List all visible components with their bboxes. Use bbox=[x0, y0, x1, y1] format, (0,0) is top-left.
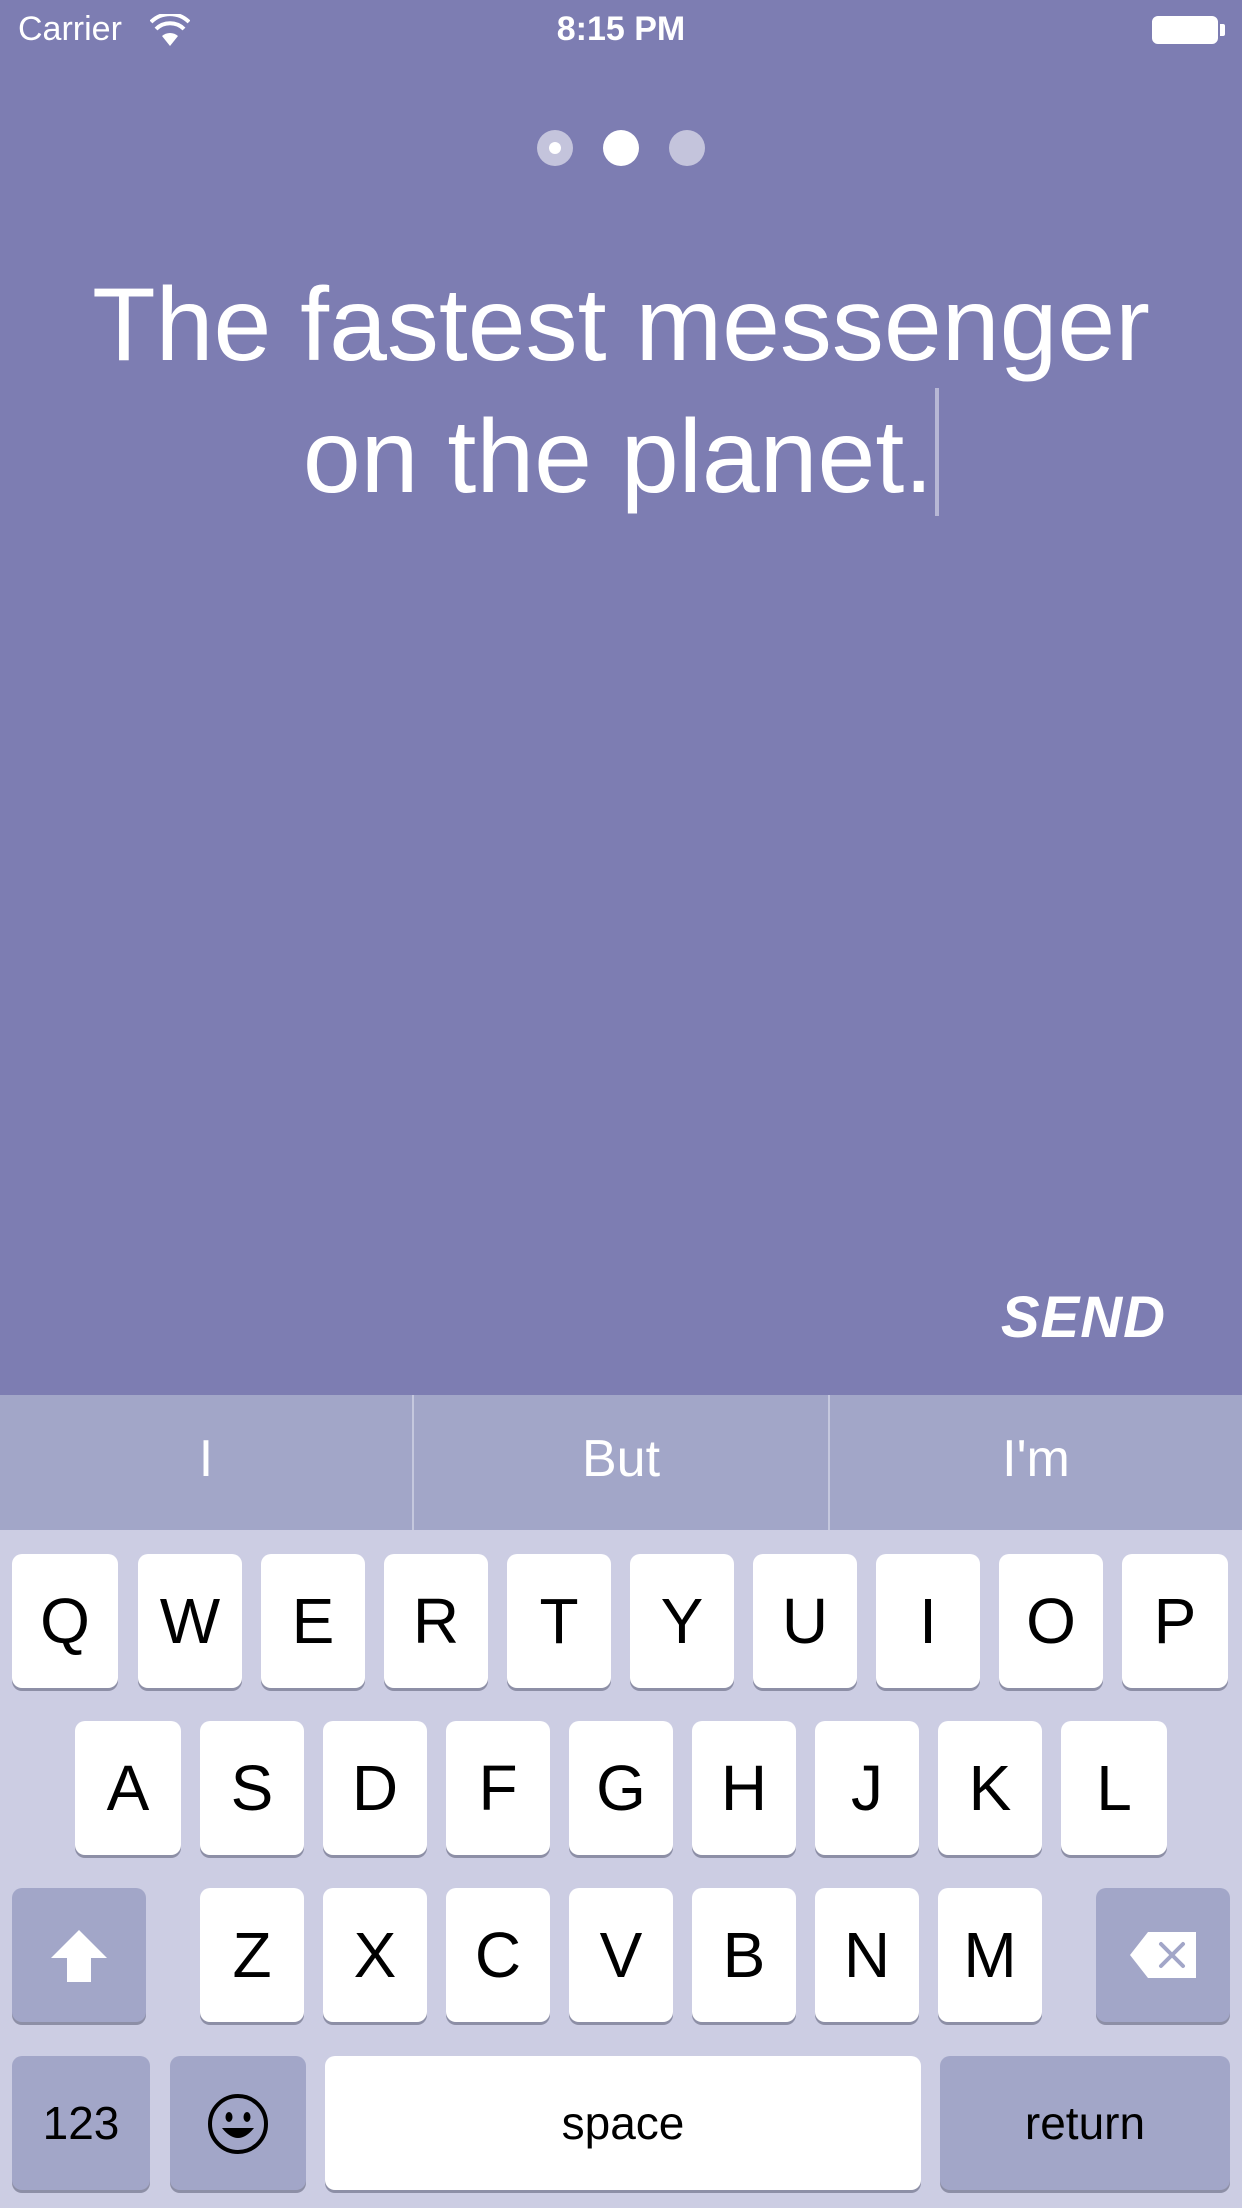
shift-key[interactable] bbox=[12, 1888, 146, 2022]
key-c[interactable]: C bbox=[446, 1888, 550, 2022]
battery-icon bbox=[1152, 16, 1218, 44]
headline-line-2-text: on the planet. bbox=[302, 399, 934, 515]
delete-key[interactable] bbox=[1096, 1888, 1230, 2022]
headline-line-2: on the planet. bbox=[40, 388, 1202, 520]
key-w[interactable]: W bbox=[138, 1554, 242, 1688]
key-n[interactable]: N bbox=[815, 1888, 919, 2022]
send-button[interactable]: SEND bbox=[1001, 1284, 1166, 1351]
key-s[interactable]: S bbox=[200, 1721, 304, 1855]
emoji-key[interactable] bbox=[170, 2056, 306, 2190]
space-key[interactable]: space bbox=[325, 2056, 921, 2190]
predictive-suggestion-bar: I But I'm bbox=[0, 1395, 1242, 1530]
key-p[interactable]: P bbox=[1122, 1554, 1228, 1688]
key-r[interactable]: R bbox=[384, 1554, 488, 1688]
key-h[interactable]: H bbox=[692, 1721, 796, 1855]
key-f[interactable]: F bbox=[446, 1721, 550, 1855]
text-cursor bbox=[935, 388, 940, 516]
key-u[interactable]: U bbox=[753, 1554, 857, 1688]
key-d[interactable]: D bbox=[323, 1721, 427, 1855]
status-time: 8:15 PM bbox=[556, 10, 686, 48]
suggestion-2[interactable]: But bbox=[414, 1395, 828, 1530]
status-bar: Carrier 8:15 PM bbox=[0, 0, 1242, 60]
key-o[interactable]: O bbox=[999, 1554, 1103, 1688]
key-m[interactable]: M bbox=[938, 1888, 1042, 2022]
shift-arrow-up-icon bbox=[51, 1930, 107, 1982]
page-dot-3[interactable] bbox=[669, 130, 705, 166]
backspace-icon bbox=[1130, 1932, 1196, 1978]
key-e[interactable]: E bbox=[261, 1554, 365, 1688]
key-v[interactable]: V bbox=[569, 1888, 673, 2022]
key-j[interactable]: J bbox=[815, 1721, 919, 1855]
key-z[interactable]: Z bbox=[200, 1888, 304, 2022]
page-indicator[interactable] bbox=[0, 130, 1242, 170]
key-b[interactable]: B bbox=[692, 1888, 796, 2022]
battery-cap bbox=[1220, 24, 1225, 36]
key-x[interactable]: X bbox=[323, 1888, 427, 2022]
key-l[interactable]: L bbox=[1061, 1721, 1167, 1855]
page-dot-2-active[interactable] bbox=[603, 130, 639, 166]
suggestion-3[interactable]: I'm bbox=[830, 1395, 1242, 1530]
key-a[interactable]: A bbox=[75, 1721, 181, 1855]
numbers-key[interactable]: 123 bbox=[12, 2056, 150, 2190]
headline-line-1: The fastest messenger bbox=[92, 267, 1150, 383]
key-g[interactable]: G bbox=[569, 1721, 673, 1855]
suggestion-1[interactable]: I bbox=[0, 1395, 412, 1530]
key-y[interactable]: Y bbox=[630, 1554, 734, 1688]
emoji-smiley-icon bbox=[208, 2094, 268, 2154]
keyboard: Q W E R T Y U I O P A S D F G H J K L Z … bbox=[0, 1530, 1242, 2208]
key-i[interactable]: I bbox=[876, 1554, 980, 1688]
return-key[interactable]: return bbox=[940, 2056, 1230, 2190]
key-q[interactable]: Q bbox=[12, 1554, 118, 1688]
page-dot-1[interactable] bbox=[537, 130, 573, 166]
key-t[interactable]: T bbox=[507, 1554, 611, 1688]
key-k[interactable]: K bbox=[938, 1721, 1042, 1855]
message-text-area[interactable]: The fastest messenger on the planet. bbox=[40, 262, 1202, 520]
